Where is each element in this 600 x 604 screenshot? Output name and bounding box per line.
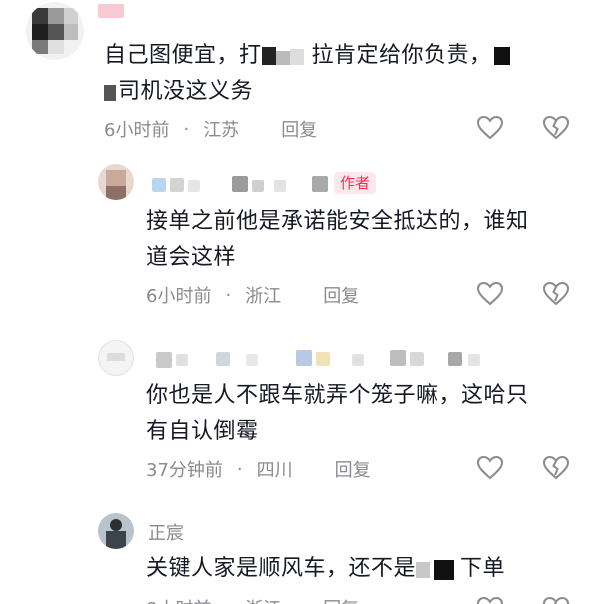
comment-meta: 8小时前 · 浙江 回复: [146, 595, 359, 604]
redaction-block: [104, 85, 116, 101]
broken-heart-icon[interactable]: [542, 280, 570, 308]
comment-text: 关键人家是顺风车，还不是 下单: [146, 551, 586, 587]
comment-item: 你也是人不跟车就弄个笼子嘛，这哈只 有自认倒霉 37分钟前 · 四川 回复: [0, 330, 600, 500]
comment-time: 37分钟前: [146, 460, 223, 481]
comment-text-part: 自己图便宜，打: [104, 43, 262, 68]
reply-button[interactable]: 回复: [335, 456, 371, 482]
username[interactable]: 正宸: [148, 519, 184, 545]
comment-text: 自己图便宜，打 拉肯定给你负责， 司机没这义务: [104, 38, 574, 110]
redaction-block: [493, 47, 510, 65]
reply-button[interactable]: 回复: [323, 282, 359, 308]
comment-location: 四川: [256, 460, 293, 481]
avatar[interactable]: [26, 2, 84, 60]
username-blurred[interactable]: [156, 352, 172, 368]
comment-time: 6小时前: [104, 120, 170, 141]
comment-text-part: 关键人家是顺风车，还不是: [146, 556, 417, 581]
comment-meta: 6小时前 · 江苏 回复: [104, 116, 317, 142]
avatar[interactable]: [98, 340, 134, 376]
comment-text-line: 接单之前他是承诺能安全抵达的，谁知: [146, 209, 529, 234]
separator: ·: [225, 284, 232, 306]
redaction-mosaic: [416, 562, 431, 578]
comment-item: 正宸 关键人家是顺风车，还不是 下单 8小时前 · 浙江 回复: [0, 505, 600, 604]
comment-text: 你也是人不跟车就弄个笼子嘛，这哈只 有自认倒霉: [146, 378, 586, 450]
heart-outline-icon[interactable]: [476, 595, 504, 604]
redaction-block: [434, 560, 455, 580]
heart-outline-icon[interactable]: [476, 454, 504, 482]
username-blurred[interactable]: [98, 4, 124, 18]
comment-text-part: 拉肯定给你负责，: [311, 43, 492, 68]
heart-outline-icon[interactable]: [476, 114, 504, 142]
comment-item: 自己图便宜，打 拉肯定给你负责， 司机没这义务 6小时前 · 江苏 回复: [0, 0, 600, 150]
avatar[interactable]: [98, 164, 134, 200]
comment-meta: 37分钟前 · 四川 回复: [146, 456, 371, 482]
author-badge: 作者: [334, 172, 377, 194]
comment-item: 作者 接单之前他是承诺能安全抵达的，谁知 道会这样 6小时前 · 浙江 回复: [0, 150, 600, 320]
separator: ·: [183, 118, 190, 140]
comment-text: 接单之前他是承诺能安全抵达的，谁知 道会这样: [146, 204, 576, 276]
comment-text-line: 你也是人不跟车就弄个笼子嘛，这哈只: [146, 383, 529, 408]
comment-text-part: 司机没这义务: [118, 79, 254, 104]
reply-button[interactable]: 回复: [281, 116, 317, 142]
redaction-mosaic: [261, 47, 276, 65]
broken-heart-icon[interactable]: [542, 114, 570, 142]
username-blurred[interactable]: [152, 178, 166, 192]
comment-text-line: 有自认倒霉: [146, 419, 259, 444]
redaction-mosaic: [275, 51, 290, 65]
comment-time: 8小时前: [146, 595, 211, 604]
reply-button[interactable]: 回复: [323, 595, 359, 604]
separator: ·: [236, 458, 243, 480]
redaction-mosaic: [289, 49, 304, 65]
comment-text-line: 道会这样: [146, 245, 237, 270]
broken-heart-icon[interactable]: [542, 595, 570, 604]
broken-heart-icon[interactable]: [542, 454, 570, 482]
comment-text-part: 下单: [460, 556, 506, 581]
heart-outline-icon[interactable]: [476, 280, 504, 308]
comment-location: 江苏: [203, 120, 240, 141]
comment-time: 6小时前: [146, 286, 212, 307]
comment-meta: 6小时前 · 浙江 回复: [146, 282, 359, 308]
comment-location: 浙江: [245, 286, 282, 307]
comment-location: 浙江: [245, 595, 281, 604]
separator: ·: [225, 598, 231, 604]
avatar[interactable]: [98, 513, 134, 549]
